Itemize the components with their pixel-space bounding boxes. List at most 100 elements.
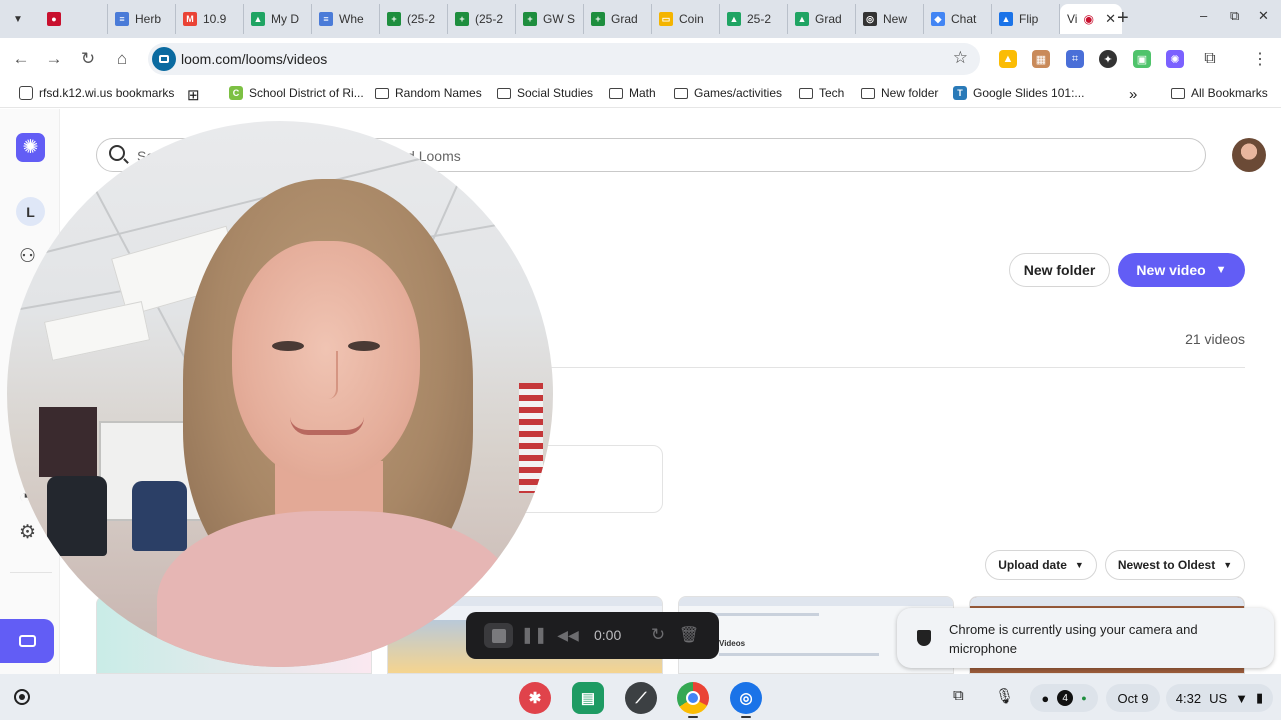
browser-tab[interactable]: M 10.9 [176,4,244,34]
new-video-button[interactable]: New video ▼ [1118,253,1245,287]
extension-game-icon[interactable]: ✦ [1099,50,1117,68]
chevron-down-icon: ▼ [1074,560,1084,570]
browser-tab[interactable]: ◆ Chat [924,4,992,34]
recording-timer: 0:00 [594,627,622,643]
browser-tab[interactable]: ▭ Coin [652,4,720,34]
trash-icon[interactable]: 🗑 [679,625,699,645]
bookmark-google-slides-101[interactable]: T Google Slides 101:... [953,86,1084,100]
extension-grid-icon[interactable]: ▦ [1032,50,1050,68]
bookmark-star-icon[interactable]: ☆ [953,48,968,68]
back-arrow-icon[interactable]: ← [10,48,32,70]
restart-icon[interactable]: ↻ [648,625,668,645]
running-indicator [688,716,698,718]
slides-icon: ▭ [659,12,673,26]
folder-icon [1171,87,1185,99]
stop-icon [491,628,506,643]
bookmark-games-activities[interactable]: Games/activities [674,86,782,100]
bookmarks-overflow-icon[interactable]: » [1129,86,1137,103]
browser-tab[interactable]: ▲ Grad [788,4,856,34]
forward-arrow-icon[interactable]: → [43,48,65,70]
new-folder-button[interactable]: New folder [1009,253,1110,287]
classroom-app-icon[interactable]: ▤ [572,682,604,714]
new-tab-button[interactable]: + [1117,8,1129,28]
bookmark-math[interactable]: Math [609,86,656,100]
bookmark-rfsd[interactable]: rfsd.k12.wi.us bookmarks [19,86,174,100]
browser-tab[interactable]: ≡ Whe [312,4,380,34]
nose [316,351,338,399]
date-tray[interactable]: Oct 9 [1106,684,1160,712]
screencast-app-icon[interactable]: ⟋ [625,682,657,714]
bookmark-new-folder[interactable]: New folder [861,86,938,100]
status-area[interactable]: 4:32 US ▼ ▮ [1166,684,1273,712]
notification-text: Chrome is currently using your camera an… [949,622,1198,656]
reload-icon[interactable]: ↻ [77,48,99,70]
browser-tab[interactable]: + (25-2 [380,4,448,34]
camera-in-use-notification[interactable]: Chrome is currently using your camera an… [897,608,1274,668]
extensions-puzzle-icon[interactable]: ⧉ [1201,50,1219,68]
browser-tab[interactable]: ▲ 25-2 [720,4,788,34]
screen-capture-icon[interactable]: ⧉ [953,687,964,704]
tab-title: (25-2 [475,12,504,26]
url-text[interactable]: loom.com/looms/videos [181,51,327,67]
sort-by-dropdown[interactable]: Upload date ▼ [985,550,1097,580]
bookmark-school-district[interactable]: C School District of Ri... [229,86,364,100]
close-tab-icon[interactable]: ✕ [1105,11,1116,27]
active-browser-tab[interactable]: Vi ◉ ✕ [1060,4,1122,34]
browser-tab[interactable]: ◎ New [856,4,924,34]
pause-icon[interactable]: ❚❚ [521,625,548,645]
apps-grid-icon[interactable]: ⊞ [187,86,200,104]
mouth [290,417,364,435]
browser-tab[interactable]: ▲ My D [244,4,312,34]
camera-bubble[interactable] [7,121,553,667]
loom-logo-icon[interactable]: ✺ [16,133,45,162]
rewind-icon[interactable]: ◀◀ [557,625,579,645]
stop-recording-button[interactable] [484,623,513,648]
extension-green-icon[interactable]: ▣ [1133,50,1151,68]
recording-indicator-icon: ◉ [1083,12,1094,26]
notification-tray[interactable]: ● 4 ● [1030,684,1098,712]
tab-title: (25-2 [407,12,436,26]
extension-loom-icon[interactable]: ✺ [1166,50,1184,68]
sort-order-dropdown[interactable]: Newest to Oldest ▼ [1105,550,1245,580]
chrome-app-icon[interactable] [677,682,709,714]
all-bookmarks[interactable]: All Bookmarks [1171,86,1268,100]
site-info-icon[interactable] [152,47,176,71]
record-video-button[interactable] [0,619,54,663]
bookmark-label: Games/activities [694,86,783,100]
bookmark-social-studies[interactable]: Social Studies [497,86,593,100]
chrome-menu-icon[interactable]: ⋮ [1251,50,1269,68]
bookmark-tech[interactable]: Tech [799,86,844,100]
tab-search-chevron-icon[interactable]: ▼ [6,7,30,31]
drive-icon: ▲ [251,12,265,26]
extension-qr-icon[interactable]: ⌗ [1066,50,1084,68]
sort-by-label: Upload date [998,558,1067,572]
drive-extension-icon[interactable]: ▲ [999,50,1017,68]
launcher-icon[interactable] [14,689,30,705]
home-icon[interactable]: ⌂ [111,48,133,70]
date-label: Oct 9 [1117,690,1149,706]
school-district-icon: C [229,86,243,100]
browser-tab[interactable]: ● [40,4,108,34]
bookmark-label: Math [629,86,656,100]
workspace-avatar[interactable]: L [16,197,45,226]
tab-title: Chat [951,12,977,26]
chevron-down-icon: ▼ [1223,560,1233,570]
paint-app-icon[interactable]: ✱ [519,682,551,714]
browser-tab[interactable]: + GW S [516,4,584,34]
close-window-button[interactable]: ✕ [1258,8,1269,24]
folder-icon [861,87,875,99]
bookmark-random-names[interactable]: Random Names [375,86,482,100]
minimize-button[interactable]: – [1200,8,1207,23]
browser-tab[interactable]: + (25-2 [448,4,516,34]
camera-app-icon[interactable]: ◎ [730,682,762,714]
microphone-icon[interactable]: 🎙 [995,687,1014,705]
browser-tab[interactable]: + Grad [584,4,652,34]
user-avatar[interactable] [1232,138,1266,172]
browser-toolbar: ← → ↻ ⌂ loom.com/looms/videos ☆ ▲ ▦ ⌗ ✦ … [0,38,1281,80]
settings-gear-icon[interactable]: ⚙ [19,521,36,544]
maximize-button[interactable]: ⧉ [1230,8,1239,24]
folder-icon [497,87,511,99]
browser-tab[interactable]: ▲ Flip [992,4,1060,34]
browser-tab[interactable]: ≡ Herb [108,4,176,34]
address-bar[interactable]: loom.com/looms/videos ☆ [148,43,980,75]
